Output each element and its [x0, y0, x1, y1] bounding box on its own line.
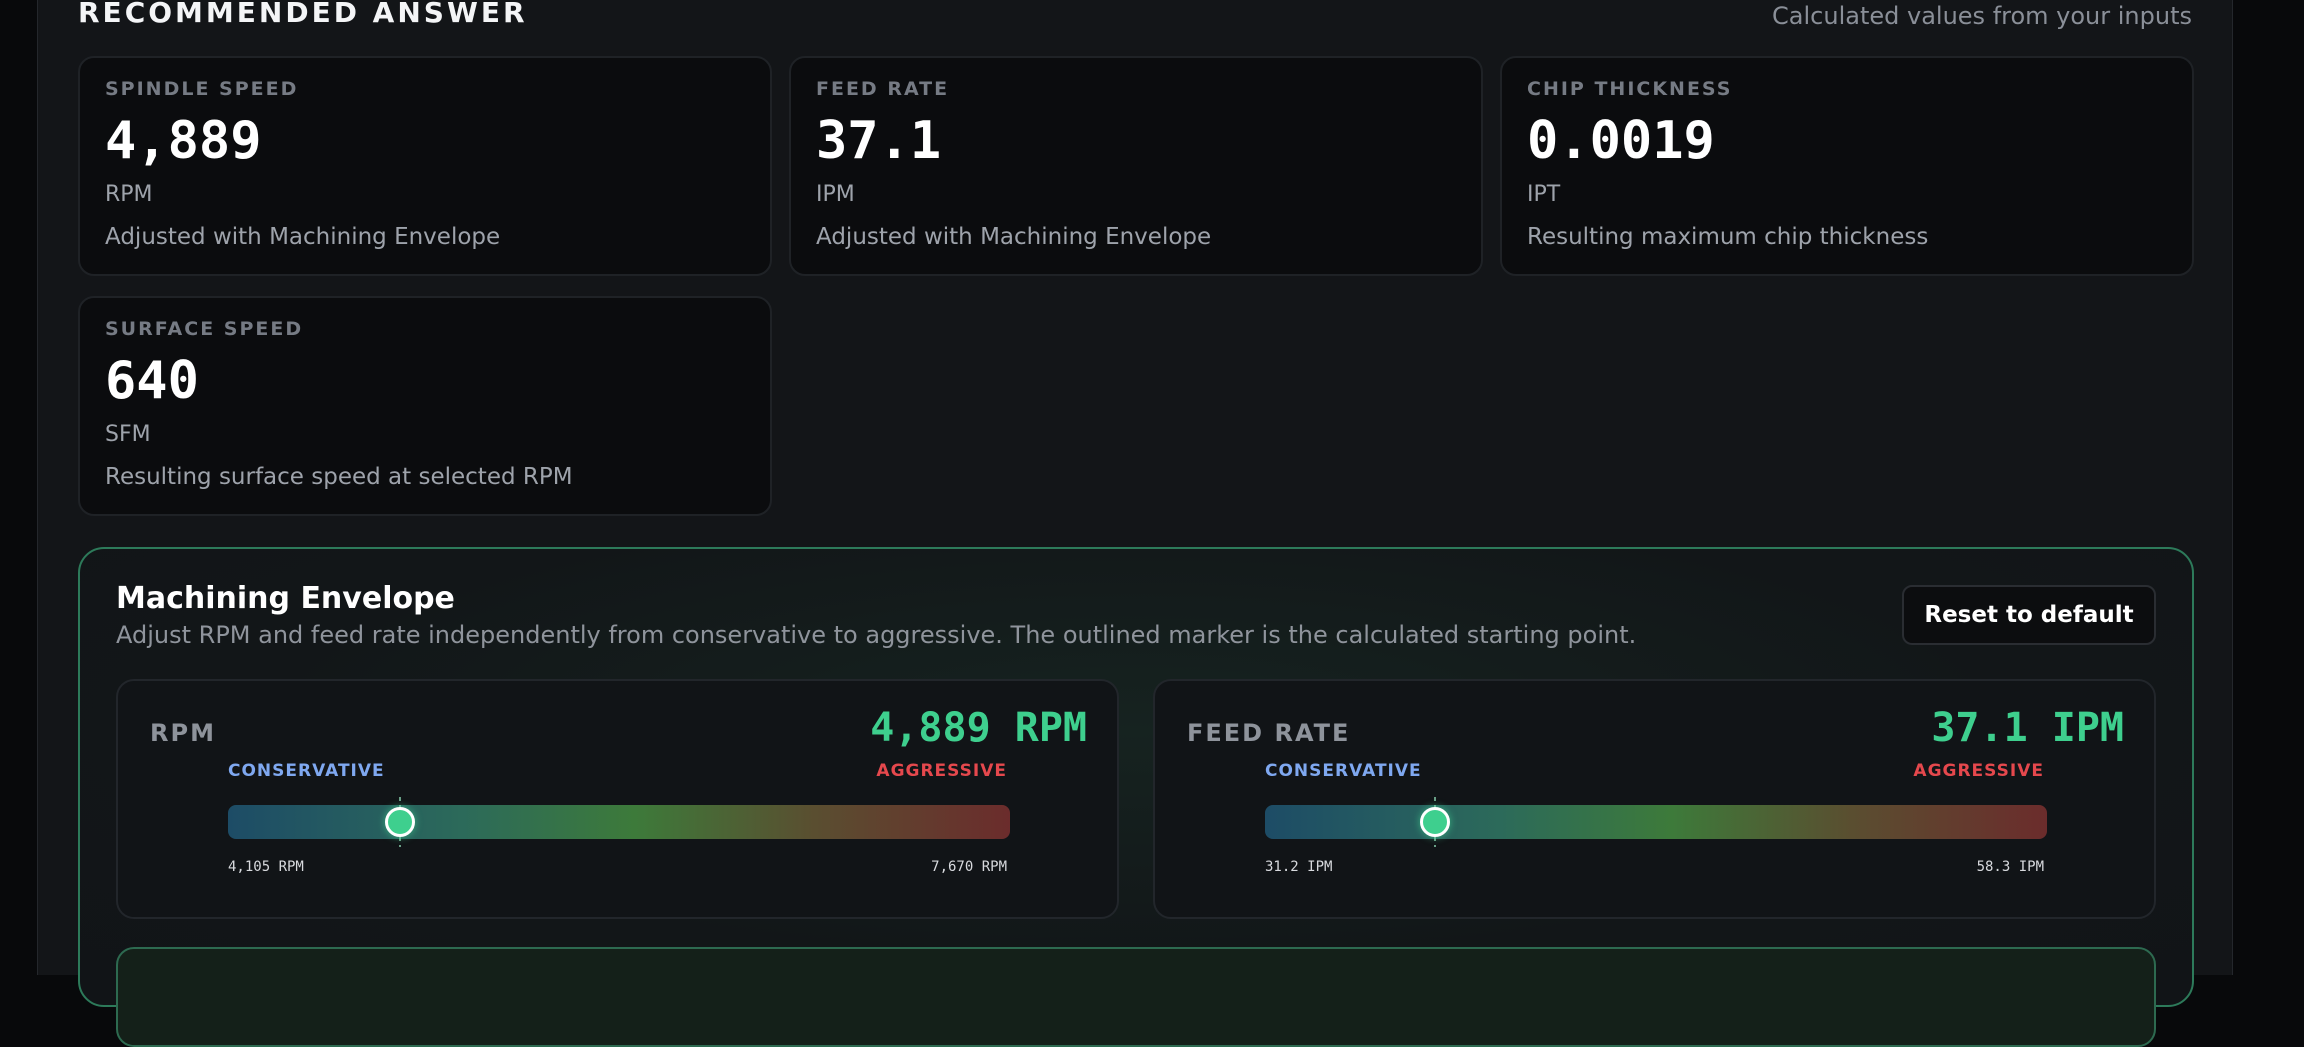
result-card-surface-speed: SURFACE SPEED 640 SFM Resulting surface …	[78, 296, 772, 516]
slider-label: FEED RATE	[1187, 719, 1351, 747]
result-card-value: 37.1	[816, 111, 942, 171]
result-card-unit: IPT	[1527, 182, 1561, 207]
aggressive-label: AGGRESSIVE	[1913, 761, 2044, 781]
machining-envelope: Machining Envelope Adjust RPM and feed r…	[78, 547, 2194, 1047]
result-card-note: Resulting maximum chip thickness	[1527, 224, 1929, 250]
slider-label: RPM	[150, 719, 216, 747]
result-card-label: SPINDLE SPEED	[105, 78, 299, 100]
slider-min-label: 4,105 RPM	[228, 859, 304, 875]
result-card-note: Adjusted with Machining Envelope	[105, 224, 501, 250]
result-card-note: Adjusted with Machining Envelope	[816, 224, 1212, 250]
envelope-description: Adjust RPM and feed rate independently f…	[116, 621, 1637, 649]
section-title: RECOMMENDED ANSWER	[78, 0, 528, 29]
result-card-unit: SFM	[105, 422, 151, 447]
result-card-note: Resulting surface speed at selected RPM	[105, 464, 573, 490]
result-card-chip-thickness: CHIP THICKNESS 0.0019 IPT Resulting maxi…	[1500, 56, 2194, 276]
envelope-lower-card	[116, 947, 2156, 1047]
feed-rate-slider-card: FEED RATE 37.1 IPM CONSERVATIVE AGGRESSI…	[1153, 679, 2156, 919]
slider-max-label: 7,670 RPM	[931, 859, 1007, 875]
conservative-label: CONSERVATIVE	[228, 761, 385, 781]
result-card-unit: RPM	[105, 182, 153, 207]
conservative-label: CONSERVATIVE	[1265, 761, 1422, 781]
reset-to-default-button[interactable]: Reset to default	[1902, 585, 2156, 645]
rpm-slider-card: RPM 4,889 RPM CONSERVATIVE AGGRESSIVE 4,…	[116, 679, 1119, 919]
result-card-feed-rate: FEED RATE 37.1 IPM Adjusted with Machini…	[789, 56, 1483, 276]
result-card-value: 4,889	[105, 111, 262, 171]
feed-rate-slider-track[interactable]	[1265, 805, 2047, 839]
result-card-spindle-speed: SPINDLE SPEED 4,889 RPM Adjusted with Ma…	[78, 56, 772, 276]
results-panel: RECOMMENDED ANSWER Calculated values fro…	[37, 0, 2233, 1047]
result-card-label: FEED RATE	[816, 78, 950, 100]
rpm-slider-thumb[interactable]	[384, 807, 415, 837]
rpm-slider-track[interactable]	[228, 805, 1010, 839]
aggressive-label: AGGRESSIVE	[876, 761, 1007, 781]
result-card-unit: IPM	[816, 182, 855, 207]
envelope-title: Machining Envelope	[116, 581, 455, 616]
result-card-label: SURFACE SPEED	[105, 318, 304, 340]
result-card-value: 640	[105, 351, 199, 411]
section-subtitle: Calculated values from your inputs	[1772, 2, 2192, 30]
slider-value: 37.1 IPM	[1931, 705, 2124, 751]
result-card-value: 0.0019	[1527, 111, 1715, 171]
result-card-label: CHIP THICKNESS	[1527, 78, 1733, 100]
slider-value: 4,889 RPM	[870, 705, 1087, 751]
slider-min-label: 31.2 IPM	[1265, 859, 1333, 875]
slider-max-label: 58.3 IPM	[1976, 859, 2044, 875]
